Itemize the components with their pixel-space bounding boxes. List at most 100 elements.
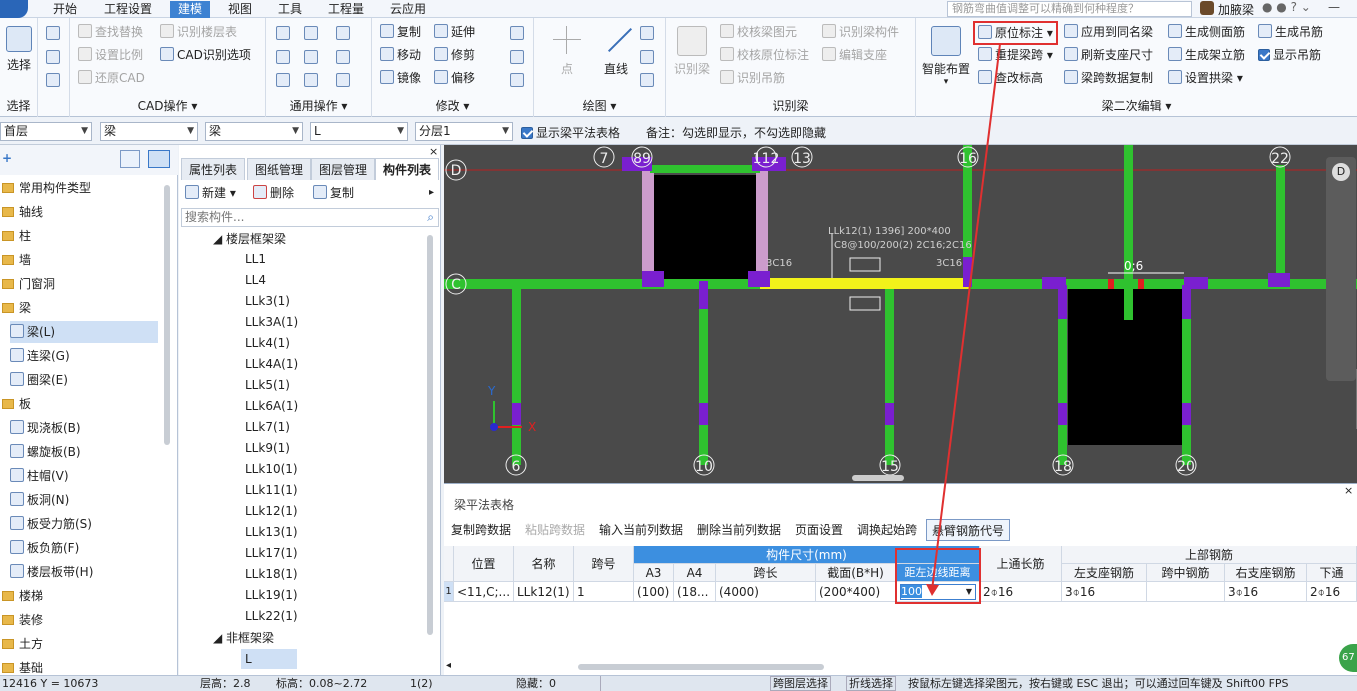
beam-item[interactable]: LL4 (245, 270, 266, 291)
arc-icon[interactable] (640, 26, 654, 40)
new-component-button[interactable]: 新建 ▾ (185, 183, 236, 203)
cell-left-support-rebar[interactable]: 3⌽16 (1062, 582, 1147, 602)
show-hanger-checkbox[interactable]: 显示吊筋 (1258, 45, 1321, 65)
table-icon[interactable] (336, 50, 350, 64)
scroll-left-icon[interactable]: ◂ (446, 660, 451, 671)
delete-column-data-button[interactable]: 删除当前列数据 (692, 519, 786, 541)
dimension-icon[interactable] (336, 26, 350, 40)
cantilever-code-button[interactable]: 悬臂钢筋代号 (926, 519, 1011, 541)
group-frame-beam[interactable]: ◢ 楼层框架梁 (213, 230, 286, 247)
group-nonframe-beam[interactable]: ◢ 非框架梁 (213, 629, 274, 646)
page-setup-button[interactable]: 页面设置 (790, 519, 848, 541)
annotation-box-bottom[interactable] (849, 296, 881, 311)
tree-item-slab-hole[interactable]: 板洞(N) (10, 489, 158, 511)
row-index[interactable]: 1 (444, 582, 454, 602)
cell-name[interactable]: LLk12(1) (514, 582, 574, 602)
cell-span[interactable]: 1 (574, 582, 634, 602)
gen-hanger-button[interactable]: 生成吊筋 (1258, 22, 1323, 42)
trim-button[interactable]: 修剪 (434, 45, 475, 65)
find-replace-button[interactable]: 查找替换 (78, 22, 143, 42)
window-minimize-icon[interactable]: — (1328, 0, 1340, 14)
cell-right-support-rebar[interactable]: 3⌽16 (1225, 582, 1307, 602)
menu-view[interactable]: 视图 (220, 1, 260, 18)
align-icon[interactable] (304, 26, 318, 40)
cad-recognition-options-button[interactable]: CAD识别选项 (160, 45, 251, 65)
annotation-box-top[interactable] (849, 257, 881, 272)
cell-span-length[interactable]: (4000) (716, 582, 816, 602)
cell-position[interactable]: <11,C;... (454, 582, 514, 602)
tree-item-earthwork[interactable]: 土方 (0, 633, 158, 655)
point-button[interactable]: 点 (552, 26, 582, 77)
layer-select[interactable]: 分层1 ▼ (415, 122, 513, 141)
category-select[interactable]: 梁 ▼ (100, 122, 198, 141)
beam-item[interactable]: LLk22(1) (245, 606, 298, 627)
eraser-icon[interactable] (276, 50, 290, 64)
circle-icon[interactable] (640, 50, 654, 64)
help-search-input[interactable]: 钢筋弯曲值调整可以精确到何种程度？ (947, 1, 1192, 17)
tree-item-beam-l[interactable]: 梁(L) (10, 321, 158, 343)
beam-item[interactable]: LLk13(1) (245, 522, 298, 543)
navigation-compass[interactable]: D (1332, 163, 1350, 181)
snap-icon[interactable] (304, 73, 318, 87)
tree-item-slab-main-rebar[interactable]: 板受力筋(S) (10, 513, 158, 535)
recognize-floor-table-button[interactable]: 识别楼层表 (160, 22, 237, 42)
tree-item-wall[interactable]: 墙 (0, 249, 158, 271)
beam-item[interactable]: LLk4(1) (245, 333, 290, 354)
beam-item[interactable]: LLk3(1) (245, 291, 290, 312)
beam-item[interactable]: LLk9(1) (245, 438, 290, 459)
component-search-input[interactable]: 搜索构件... ⌕ (181, 208, 439, 227)
canvas-scrollbar[interactable] (852, 475, 904, 481)
copy-button[interactable]: 复制 (380, 22, 421, 42)
pen-icon[interactable] (46, 26, 60, 40)
smart-layout-button[interactable]: 智能布置 ▾ (920, 26, 972, 87)
cell-a4[interactable]: (18... (674, 582, 716, 602)
span-data-copy-button[interactable]: 梁跨数据复制 (1064, 68, 1153, 88)
move-button[interactable]: 移动 (380, 45, 421, 65)
beam-item[interactable]: LLk17(1) (245, 543, 298, 564)
cell-section[interactable]: (200*400) (816, 582, 896, 602)
recognize-beam-component-button[interactable]: 识别梁构件 (822, 22, 899, 42)
cell-mid-span-rebar[interactable] (1147, 582, 1225, 602)
menu-tools[interactable]: 工具 (270, 1, 310, 18)
tree-item-stairs[interactable]: 楼梯 (0, 585, 158, 607)
extend-button[interactable]: 延伸 (434, 22, 475, 42)
beam-item[interactable]: LLk6A(1) (245, 396, 298, 417)
beam-item[interactable]: LLk5(1) (245, 375, 290, 396)
beam-item[interactable]: LLk18(1) (245, 564, 298, 585)
status-snap-tools[interactable] (600, 676, 750, 691)
tree-scrollbar[interactable] (164, 185, 170, 445)
beam-item[interactable]: LLk3A(1) (245, 312, 298, 333)
tree-item-door-window[interactable]: 门窗洞 (0, 273, 158, 295)
mirror-button[interactable]: 镜像 (380, 68, 421, 88)
beam-item[interactable]: LLk12(1) (245, 501, 298, 522)
tree-item-common-types[interactable]: 常用构件类型 (0, 177, 158, 199)
view-cube-toolbar[interactable]: D (1326, 157, 1356, 381)
refresh-support-button[interactable]: 刷新支座尺寸 (1064, 45, 1153, 65)
tree-item-column[interactable]: 柱 (0, 225, 158, 247)
tab-properties[interactable]: 属性列表 (181, 158, 246, 180)
app-logo[interactable] (0, 0, 28, 18)
select-button[interactable]: 选择 (3, 26, 35, 73)
fps-badge[interactable]: 67 (1339, 644, 1357, 672)
tree-item-axis[interactable]: 轴线 (0, 201, 158, 223)
beam-item[interactable]: LLk11(1) (245, 480, 298, 501)
grid-view-icon[interactable] (148, 150, 170, 168)
beam-item[interactable]: LLk10(1) (245, 459, 298, 480)
list-view-icon[interactable] (120, 150, 140, 168)
line-button[interactable]: 直线 (596, 26, 636, 77)
lock-icon[interactable] (276, 73, 290, 87)
rotate-icon[interactable] (510, 73, 524, 87)
re-extract-span-button[interactable]: 重提梁跨 ▾ (978, 45, 1053, 65)
beam-item[interactable]: LLk7(1) (245, 417, 290, 438)
close-icon[interactable]: × (429, 145, 438, 158)
menu-quantity[interactable]: 工程量 (320, 1, 372, 18)
apply-same-name-button[interactable]: 应用到同名梁 (1064, 22, 1153, 42)
floor-plan[interactable]: LLk12(1) 1396] 200*400 C8@100/200(2) 2C1… (444, 145, 1357, 483)
tab-drawing-manager[interactable]: 图纸管理 (247, 158, 312, 180)
menu-start[interactable]: 开始 (45, 1, 85, 18)
swap-start-span-button[interactable]: 调换起始跨 (852, 519, 922, 541)
tab-component-list[interactable]: 构件列表 (375, 158, 440, 180)
filter-icon[interactable] (336, 73, 350, 87)
polyline-select-button[interactable]: 折线选择 (846, 676, 896, 691)
check-annotation-button[interactable]: 校核原位标注 (720, 45, 809, 65)
